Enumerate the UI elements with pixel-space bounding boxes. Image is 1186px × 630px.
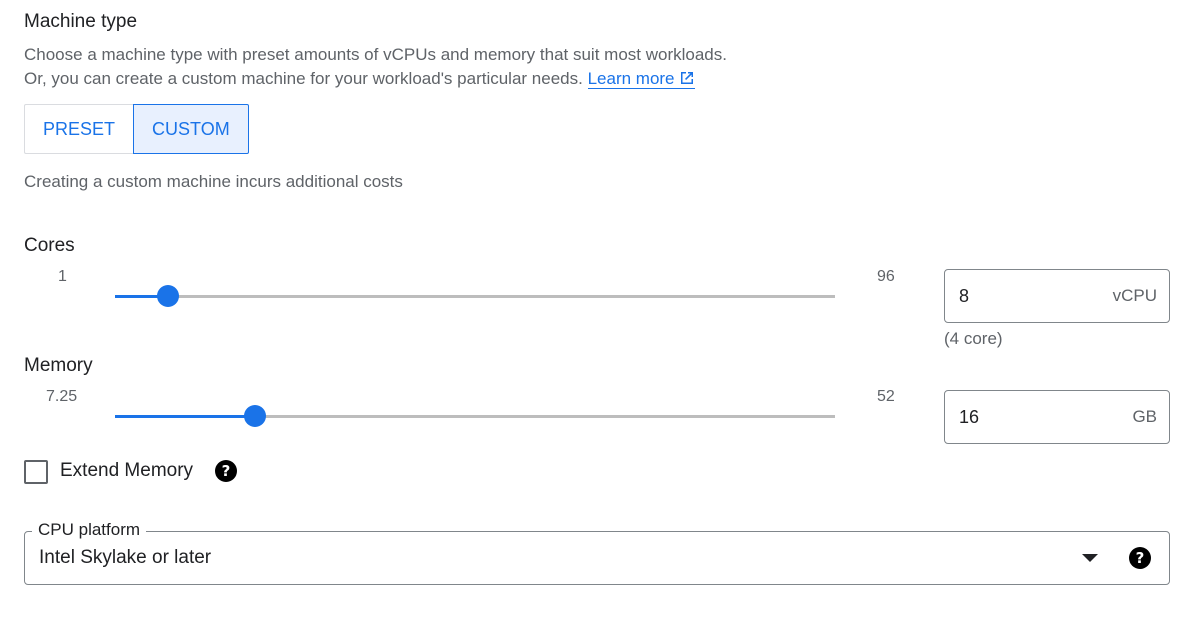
cores-unit: vCPU bbox=[1112, 286, 1157, 305]
cpu-platform-help-icon[interactable]: ? bbox=[1129, 547, 1151, 569]
extend-memory-checkbox[interactable] bbox=[24, 460, 48, 484]
machine-type-toggle: PRESET CUSTOM bbox=[24, 104, 249, 154]
dropdown-arrow-icon bbox=[1082, 554, 1098, 562]
machine-type-title: Machine type bbox=[24, 11, 138, 32]
memory-unit: GB bbox=[1132, 407, 1157, 426]
custom-button[interactable]: CUSTOM bbox=[133, 104, 249, 154]
cores-input-value: 8 bbox=[959, 286, 970, 306]
cores-slider-thumb[interactable] bbox=[157, 285, 180, 307]
extend-memory-help-icon[interactable]: ? bbox=[215, 460, 237, 482]
external-link-icon bbox=[680, 72, 693, 84]
machine-type-description-1: Choose a machine type with preset amount… bbox=[24, 45, 727, 64]
custom-cost-note: Creating a custom machine incurs additio… bbox=[24, 172, 403, 191]
cores-slider[interactable] bbox=[115, 285, 835, 307]
memory-slider[interactable] bbox=[115, 405, 835, 427]
machine-type-description-2: Or, you can create a custom machine for … bbox=[24, 67, 695, 91]
learn-more-label: Learn more bbox=[587, 69, 675, 88]
description-text: Or, you can create a custom machine for … bbox=[24, 69, 583, 88]
memory-min-label: 7.25 bbox=[46, 388, 78, 405]
preset-button[interactable]: PRESET bbox=[24, 104, 134, 154]
cores-input[interactable]: 8 vCPU bbox=[944, 269, 1170, 323]
memory-label: Memory bbox=[24, 355, 93, 376]
memory-slider-fill bbox=[115, 415, 256, 418]
extend-memory-label: Extend Memory bbox=[60, 460, 194, 481]
cores-min-label: 1 bbox=[58, 268, 67, 285]
memory-max-label: 52 bbox=[877, 388, 895, 405]
cpu-platform-label: CPU platform bbox=[32, 520, 147, 540]
learn-more-link[interactable]: Learn more bbox=[587, 69, 695, 89]
memory-slider-thumb[interactable] bbox=[244, 405, 267, 427]
memory-input[interactable]: 16 GB bbox=[944, 390, 1170, 444]
cpu-platform-select[interactable]: Intel Skylake or later bbox=[24, 531, 1170, 585]
cores-helper-text: (4 core) bbox=[944, 329, 1003, 348]
memory-input-value: 16 bbox=[959, 407, 980, 427]
cores-max-label: 96 bbox=[877, 268, 895, 285]
cpu-platform-value: Intel Skylake or later bbox=[39, 547, 212, 568]
cores-label: Cores bbox=[24, 235, 75, 256]
